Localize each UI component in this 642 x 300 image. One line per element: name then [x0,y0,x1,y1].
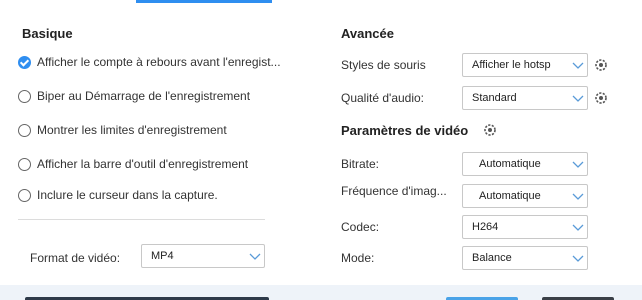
advanced-section-title: Avancée [341,26,394,41]
video-format-label: Format de vidéo: [30,251,121,265]
mouse-style-value: Afficher le hotsp [472,59,551,71]
divider [18,219,265,220]
mode-label: Mode: [341,251,375,265]
radio-icon[interactable] [18,123,31,137]
gear-icon[interactable] [593,90,609,106]
option-show-limits[interactable]: Montrer les limites d'enregistrement [18,122,227,138]
mouse-style-select[interactable]: Afficher le hotsp [462,53,588,77]
mode-value: Balance [472,252,512,264]
bitrate-label: Bitrate: [341,157,380,171]
option-countdown[interactable]: Afficher le compte à rebours avant l'enr… [18,54,281,70]
mouse-style-label: Styles de souris [341,58,426,72]
option-toolbar[interactable]: Afficher la barre d'outil d'enregistreme… [18,156,248,172]
radio-checked-icon[interactable] [18,55,31,69]
chevron-down-icon [569,54,587,76]
option-beep[interactable]: Biper au Démarrage de l'enregistrement [18,88,250,104]
gear-icon[interactable] [482,122,498,138]
video-format-select[interactable]: MP4 [141,244,265,268]
bitrate-select[interactable]: Automatique [462,152,588,176]
gear-icon[interactable] [593,57,609,73]
radio-icon[interactable] [18,157,31,171]
audio-quality-value: Standard [472,92,517,104]
audio-quality-label: Qualité d'audio: [341,91,425,105]
basic-section-title: Basique [22,26,73,41]
chevron-down-icon [569,185,587,207]
codec-label: Codec: [341,220,380,234]
codec-value: H264 [472,221,499,233]
radio-icon[interactable] [18,188,31,202]
chevron-down-icon [246,245,264,267]
option-show-limits-label: Montrer les limites d'enregistrement [37,123,227,137]
audio-quality-select[interactable]: Standard [462,86,588,110]
option-toolbar-label: Afficher la barre d'outil d'enregistreme… [37,157,249,171]
radio-icon[interactable] [18,89,31,103]
video-settings-title: Paramètres de vidéo [341,123,469,138]
chevron-down-icon [569,153,587,175]
active-tab-indicator [136,0,272,3]
video-format-value: MP4 [151,250,174,262]
option-cursor[interactable]: Inclure le curseur dans la capture. [18,187,218,203]
chevron-down-icon [569,216,587,238]
bitrate-value: Automatique [479,158,541,170]
option-beep-label: Biper au Démarrage de l'enregistrement [37,89,251,103]
option-countdown-label: Afficher le compte à rebours avant l'enr… [37,55,281,69]
frame-rate-select[interactable]: Automatique [462,184,588,208]
option-cursor-label: Inclure le curseur dans la capture. [37,188,218,202]
frame-rate-value: Automatique [479,190,541,202]
frame-rate-label: Fréquence d'imag... [341,184,447,198]
chevron-down-icon [569,87,587,109]
codec-select[interactable]: H264 [462,215,588,239]
mode-select[interactable]: Balance [462,246,588,270]
chevron-down-icon [569,247,587,269]
